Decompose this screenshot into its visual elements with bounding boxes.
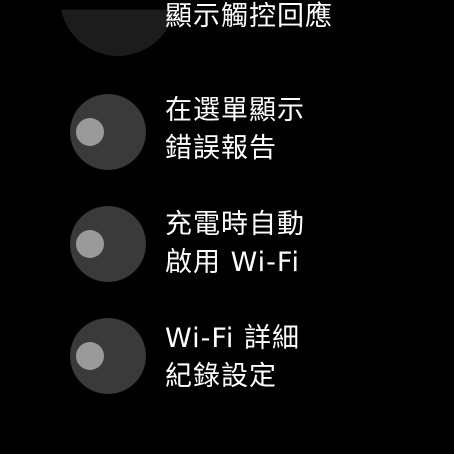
toggle-knob [76, 230, 104, 258]
setting-row-wifi-verbose-logging[interactable]: Wi-Fi 詳細 紀錄設定 [0, 318, 454, 418]
setting-label-line1: 在選單顯示 [165, 95, 305, 126]
setting-label-line1: 顯示觸控回應 [165, 1, 333, 32]
toggle-knob [76, 342, 104, 370]
setting-label-line1: Wi-Fi 詳細 [165, 323, 300, 354]
toggle-knob [76, 118, 104, 146]
setting-label-line2: 啟用 Wi-Fi [165, 247, 300, 278]
toggle-switch[interactable] [70, 94, 146, 170]
setting-row-show-bug-report-in-menu[interactable]: 在選單顯示 錯誤報告 [0, 94, 454, 194]
setting-label: 顯示觸控回應 [165, 0, 385, 34]
setting-row-show-touch-feedback[interactable]: 顯示觸控回應 [0, 0, 454, 100]
setting-label-line1: 充電時自動 [165, 209, 305, 240]
setting-label: 在選單顯示 錯誤報告 [165, 92, 385, 168]
toggle-switch[interactable] [70, 206, 146, 282]
toggle-switch[interactable] [70, 318, 146, 394]
settings-list-screen: 顯示觸控回應 在選單顯示 錯誤報告 充電時自動 啟用 Wi-Fi Wi-Fi 詳… [0, 0, 454, 454]
toggle-switch-partial[interactable] [60, 9, 176, 56]
setting-label: 充電時自動 啟用 Wi-Fi [165, 206, 385, 282]
setting-label-line2: 錯誤報告 [165, 133, 277, 164]
setting-row-auto-enable-wifi-when-charging[interactable]: 充電時自動 啟用 Wi-Fi [0, 204, 454, 304]
setting-label-line2: 紀錄設定 [165, 361, 277, 392]
setting-label: Wi-Fi 詳細 紀錄設定 [165, 320, 385, 396]
